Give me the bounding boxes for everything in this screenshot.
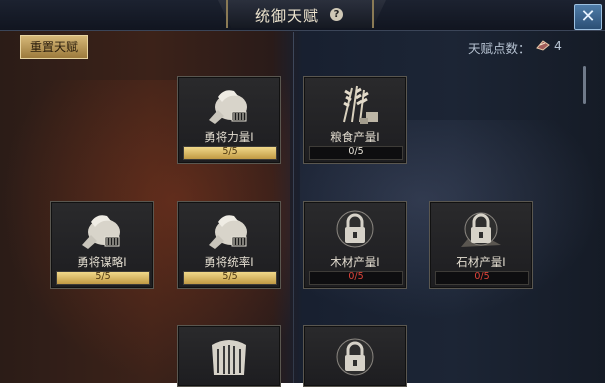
talent-name: 粮食产量Ⅰ (330, 130, 380, 144)
reset-talents-button[interactable]: 重置天赋 (20, 35, 88, 59)
talent-points-label: 天赋点数： (468, 41, 531, 56)
talent-progress-bar: 5/5 (183, 146, 277, 160)
talent-progress-value: 5/5 (222, 271, 238, 282)
title-edge-left (226, 0, 238, 28)
talent-progress-bar: 5/5 (183, 271, 277, 285)
talent-progress-value: 0/5 (348, 146, 364, 157)
talent-card[interactable]: 石材产量Ⅰ 0/5 (429, 201, 533, 289)
question-mark-icon[interactable]: ? (330, 8, 343, 21)
title-edge-right (362, 0, 374, 28)
talent-progress-value: 0/5 (348, 271, 364, 282)
talent-progress-bar: 5/5 (56, 271, 150, 285)
lock-icon (461, 212, 501, 247)
talent-points-value: 4 (554, 38, 562, 53)
talent-progress-value: 5/5 (95, 271, 111, 282)
talent-name: 勇将力量Ⅰ (204, 130, 254, 144)
war-horse-icon (209, 215, 247, 249)
talent-progress-value: 0/5 (474, 271, 490, 282)
lock-icon (336, 210, 374, 248)
close-button[interactable]: ✕ (574, 4, 602, 30)
talent-card[interactable] (303, 325, 407, 387)
talent-name: 勇将统率Ⅰ (204, 255, 254, 269)
talent-book-icon (536, 40, 550, 51)
scrollbar-thumb[interactable] (583, 66, 586, 104)
talent-card[interactable] (177, 325, 281, 387)
talent-card[interactable]: 木材产量Ⅰ 0/5 (303, 201, 407, 289)
talent-progress-bar: 0/5 (309, 271, 403, 285)
talent-card[interactable]: 粮食产量Ⅰ 0/5 (303, 76, 407, 164)
page-title: 统御天赋 (255, 7, 320, 25)
war-horse-icon (209, 90, 247, 124)
talent-card[interactable]: 勇将谋略Ⅰ 5/5 (50, 201, 154, 289)
talent-card[interactable]: 勇将统率Ⅰ 5/5 (177, 201, 281, 289)
armor-chest-icon (212, 340, 246, 375)
talent-progress-bar: 0/5 (435, 271, 529, 285)
talent-name: 石材产量Ⅰ (456, 255, 506, 269)
tree-divider (293, 32, 294, 383)
talent-progress-bar: 0/5 (309, 146, 403, 160)
talent-card[interactable]: 勇将力量Ⅰ 5/5 (177, 76, 281, 164)
talent-name: 勇将谋略Ⅰ (77, 255, 127, 269)
talent-progress-value: 5/5 (222, 146, 238, 157)
talent-name: 木材产量Ⅰ (330, 255, 380, 269)
wheat-icon (343, 85, 378, 124)
lock-icon (336, 338, 374, 376)
close-x-icon: ✕ (580, 6, 596, 27)
war-horse-icon (82, 215, 120, 249)
